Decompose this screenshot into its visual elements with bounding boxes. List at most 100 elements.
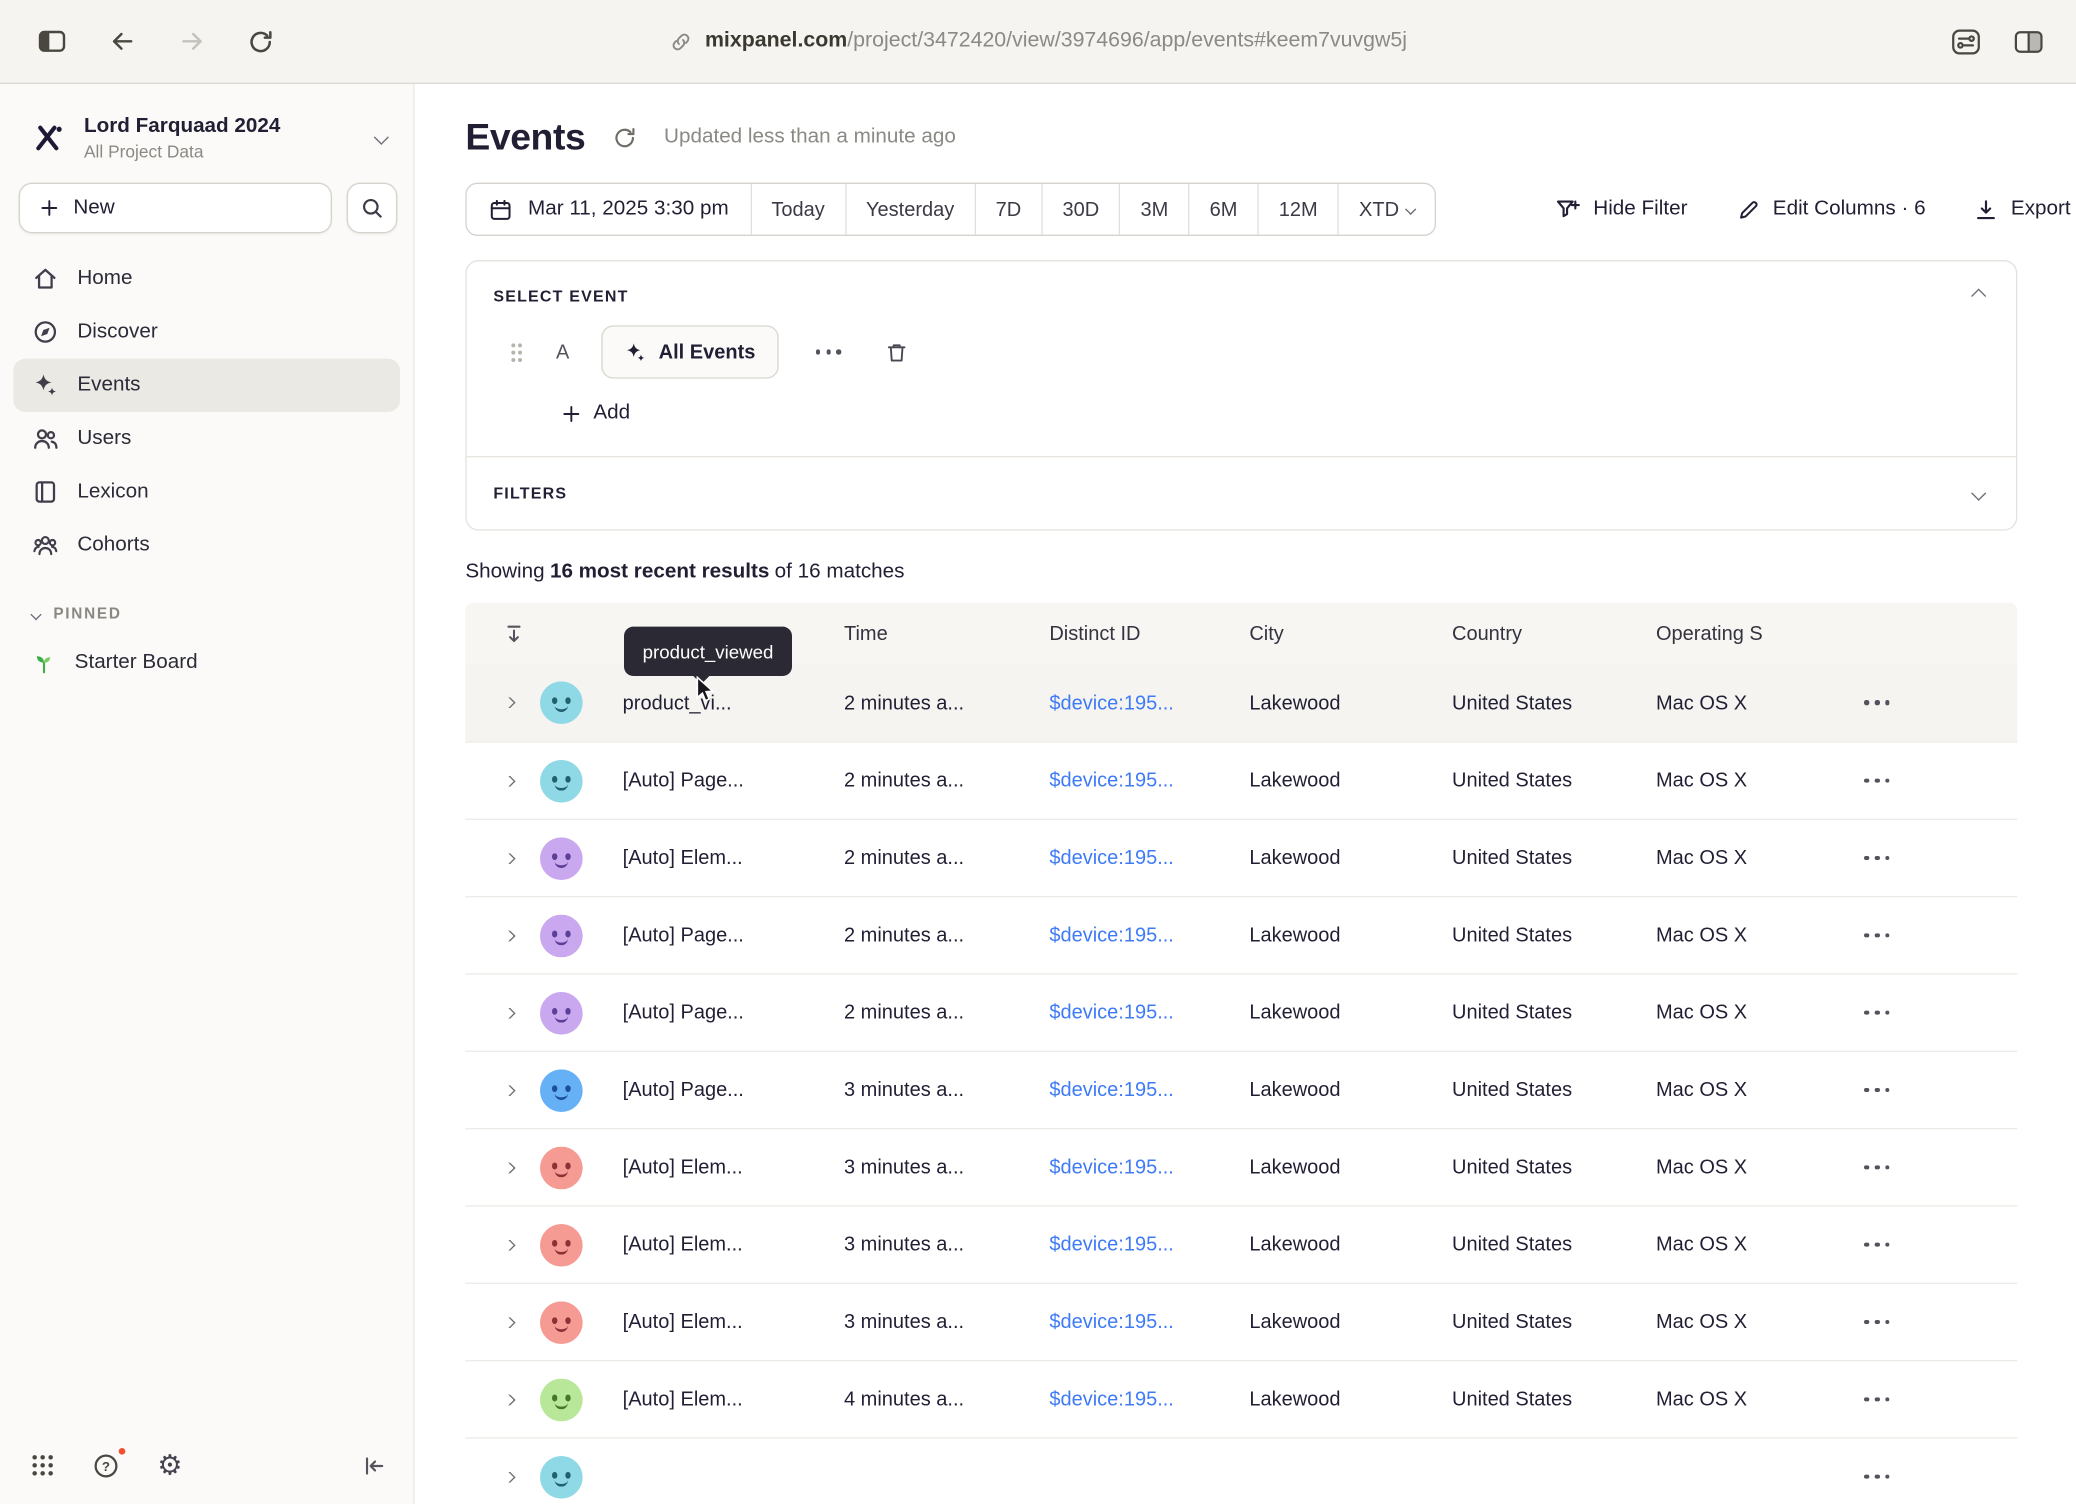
- apps-grid-icon[interactable]: [27, 1449, 59, 1481]
- expand-section-button[interactable]: [1968, 483, 1989, 504]
- event-os: Mac OS X: [1656, 1156, 1747, 1179]
- edit-columns-button[interactable]: Edit Columns · 6: [1735, 197, 1925, 222]
- row-actions-button[interactable]: [1859, 1389, 1896, 1410]
- search-button[interactable]: [347, 183, 398, 234]
- distinct-id-link[interactable]: $device:195...: [1049, 691, 1174, 714]
- range-button[interactable]: 6M: [1188, 184, 1257, 235]
- browser-sidebar-toggle-icon[interactable]: [32, 21, 72, 61]
- table-row[interactable]: [Auto] Page... 2 minutes a... $device:19…: [465, 896, 2017, 973]
- range-button[interactable]: 3M: [1119, 184, 1188, 235]
- export-button[interactable]: Export: [1974, 197, 2071, 222]
- row-expand-chevron-icon[interactable]: [500, 775, 515, 786]
- distinct-id-link[interactable]: $device:195...: [1049, 1079, 1174, 1102]
- event-selector-chip[interactable]: All Events: [601, 325, 778, 378]
- collapse-section-button[interactable]: [1968, 285, 1989, 306]
- row-expand-chevron-icon[interactable]: [500, 1317, 515, 1328]
- row-expand-chevron-icon[interactable]: [500, 1007, 515, 1018]
- row-actions-button[interactable]: [1859, 692, 1896, 713]
- row-actions-button[interactable]: [1859, 770, 1896, 791]
- row-expand-chevron-icon[interactable]: [500, 1394, 515, 1405]
- table-row[interactable]: [Auto] Elem... 3 minutes a... $device:19…: [465, 1283, 2017, 1360]
- table-row[interactable]: [Auto] Elem... 3 minutes a... $device:19…: [465, 1205, 2017, 1282]
- project-switcher[interactable]: Lord Farquaad 2024 All Project Data: [0, 103, 413, 178]
- table-row[interactable]: [Auto] Elem... 4 minutes a... $device:19…: [465, 1360, 2017, 1437]
- table-row[interactable]: [Auto] Elem... 2 minutes a... $device:19…: [465, 819, 2017, 896]
- table-row[interactable]: [Auto] Page... 2 minutes a... $device:19…: [465, 741, 2017, 818]
- table-row[interactable]: [465, 1437, 2017, 1504]
- row-expand-chevron-icon[interactable]: [500, 853, 515, 864]
- sidebar-item-cohorts[interactable]: Cohorts: [13, 519, 400, 572]
- table-row[interactable]: [Auto] Page... 3 minutes a... $device:19…: [465, 1051, 2017, 1128]
- toolbar: Mar 11, 2025 3:30 pm Today Yesterday 7D: [465, 183, 2070, 236]
- drag-handle[interactable]: [509, 341, 524, 364]
- filters-section[interactable]: FILTERS: [467, 457, 2016, 529]
- table-row[interactable]: [Auto] Page... 2 minutes a... $device:19…: [465, 973, 2017, 1050]
- sidebar-item-lexicon[interactable]: Lexicon: [13, 466, 400, 519]
- distinct-id-link[interactable]: $device:195...: [1049, 1311, 1174, 1334]
- row-expand-chevron-icon[interactable]: [500, 1085, 515, 1096]
- collapse-rows-icon[interactable]: [503, 622, 526, 645]
- add-event-button[interactable]: Add: [561, 389, 630, 437]
- hide-filter-button[interactable]: Hide Filter: [1555, 196, 1688, 223]
- row-expand-chevron-icon[interactable]: [500, 1162, 515, 1173]
- range-button[interactable]: 30D: [1041, 184, 1119, 235]
- address-bar[interactable]: mixpanel.com/project/3472420/view/397469…: [669, 29, 1407, 53]
- back-icon[interactable]: [104, 23, 141, 60]
- date-picker-button[interactable]: Mar 11, 2025 3:30 pm: [467, 184, 752, 235]
- row-actions-button[interactable]: [1859, 925, 1896, 946]
- range-button[interactable]: Today: [751, 184, 844, 235]
- trash-icon[interactable]: [879, 334, 915, 370]
- row-expand-chevron-icon[interactable]: [500, 1239, 515, 1250]
- event-os: Mac OS X: [1656, 924, 1747, 947]
- event-name: [Auto] Elem...: [623, 1233, 743, 1256]
- sidebar-item-discover[interactable]: Discover: [13, 306, 400, 359]
- row-actions-button[interactable]: [1859, 1312, 1896, 1333]
- browser-tune-icon[interactable]: [1945, 21, 1986, 62]
- row-actions-button[interactable]: [1859, 1080, 1896, 1101]
- distinct-id-link[interactable]: $device:195...: [1049, 924, 1174, 947]
- row-actions-button[interactable]: [1859, 1157, 1896, 1178]
- distinct-id-link[interactable]: $device:195...: [1049, 769, 1174, 792]
- distinct-id-link[interactable]: $device:195...: [1049, 1233, 1174, 1256]
- row-actions-button[interactable]: [1859, 1234, 1896, 1255]
- sidebar-item-starter-board[interactable]: Starter Board: [13, 636, 400, 689]
- chevron-down-icon: [374, 130, 389, 145]
- forward-icon[interactable]: [173, 23, 210, 60]
- event-avatar-icon: [540, 837, 583, 880]
- refresh-icon[interactable]: [612, 125, 637, 150]
- event-country: United States: [1452, 1311, 1572, 1334]
- row-expand-chevron-icon[interactable]: [500, 1471, 515, 1482]
- distinct-id-link[interactable]: $device:195...: [1049, 1156, 1174, 1179]
- reload-icon[interactable]: [243, 23, 279, 59]
- sidebar-item-users[interactable]: Users: [13, 412, 400, 465]
- table-body: product_vi... 2 minutes a... $device:195…: [465, 664, 2017, 1504]
- sidebar-item-events[interactable]: Events: [13, 359, 400, 412]
- distinct-id-link[interactable]: $device:195...: [1049, 1001, 1174, 1024]
- range-button[interactable]: 12M: [1257, 184, 1337, 235]
- query-builder-card: SELECT EVENT A All Events: [465, 260, 2017, 531]
- sidebar-item-home[interactable]: Home: [13, 252, 400, 305]
- new-button[interactable]: New: [19, 183, 332, 234]
- distinct-id-column-header: Distinct ID: [1028, 622, 1228, 645]
- settings-gear-icon[interactable]: ⚙: [153, 1447, 186, 1483]
- range-button[interactable]: Yesterday: [845, 184, 975, 235]
- row-actions-button[interactable]: [1859, 848, 1896, 869]
- row-actions-button[interactable]: [1859, 1002, 1896, 1023]
- row-expand-chevron-icon[interactable]: [500, 930, 515, 941]
- distinct-id-link[interactable]: $device:195...: [1049, 1388, 1174, 1411]
- event-options-button[interactable]: [810, 342, 847, 363]
- table-row[interactable]: [Auto] Elem... 3 minutes a... $device:19…: [465, 1128, 2017, 1205]
- split-view-icon[interactable]: [2008, 21, 2049, 62]
- sidebar-footer: ? ⚙: [0, 1427, 413, 1504]
- collapse-sidebar-icon[interactable]: [361, 1453, 386, 1478]
- event-name: [Auto] Page...: [623, 924, 744, 947]
- query-row-letter: A: [556, 341, 569, 364]
- event-country: United States: [1452, 1388, 1572, 1411]
- range-button[interactable]: XTD: [1338, 184, 1435, 235]
- row-expand-chevron-icon[interactable]: [500, 697, 515, 708]
- pinned-section-header[interactable]: PINNED: [0, 607, 413, 623]
- distinct-id-link[interactable]: $device:195...: [1049, 847, 1174, 870]
- row-actions-button[interactable]: [1859, 1466, 1896, 1487]
- range-button[interactable]: 7D: [974, 184, 1041, 235]
- project-subtitle: All Project Data: [84, 142, 357, 162]
